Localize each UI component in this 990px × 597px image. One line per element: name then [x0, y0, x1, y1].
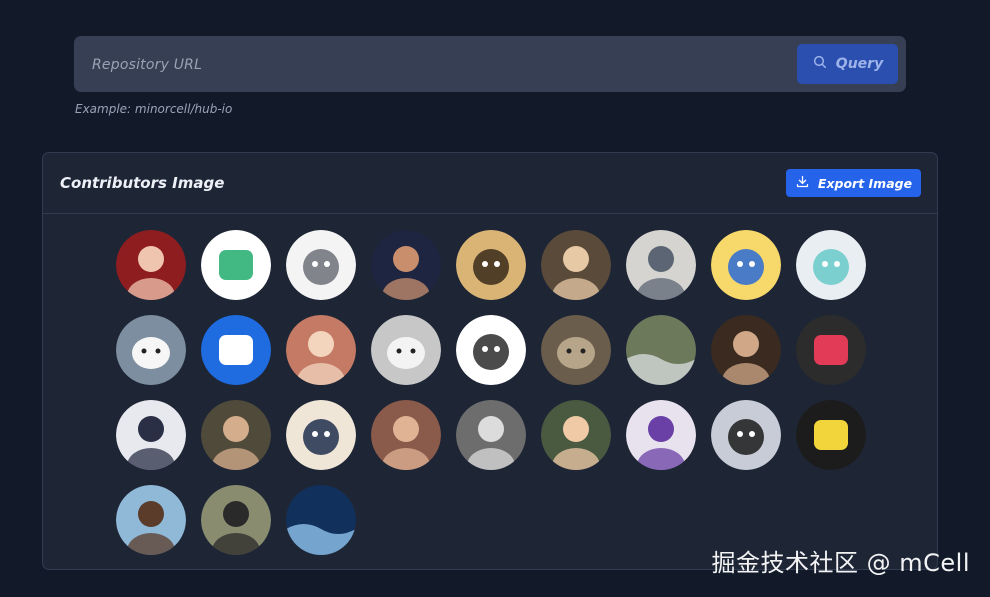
avatar-person-thinking[interactable] — [371, 400, 441, 470]
search-icon — [812, 54, 828, 74]
avatar-white-cat[interactable] — [371, 315, 441, 385]
avatar-anime-girl-dark[interactable] — [711, 400, 781, 470]
contributors-card: Contributors Image Export Image — [42, 152, 938, 570]
download-icon — [795, 174, 810, 192]
avatar-person-with-cat[interactable] — [116, 400, 186, 470]
avatar-colorful-pixel-logo[interactable] — [796, 315, 866, 385]
avatar-person-bw[interactable] — [456, 400, 526, 470]
contributors-avatar-grid — [116, 230, 876, 555]
watermark: 掘金技术社区 @ mCell — [711, 549, 970, 577]
avatar-totoro[interactable] — [286, 230, 356, 300]
query-button[interactable]: Query — [797, 44, 898, 84]
avatar-blue-space[interactable] — [286, 485, 356, 555]
card-title: Contributors Image — [60, 174, 225, 192]
repository-search-bar: Query — [74, 36, 906, 92]
avatar-one-piece-luffy[interactable] — [456, 230, 526, 300]
avatar-yellow-cat[interactable] — [711, 230, 781, 300]
avatar-blue-robot[interactable] — [201, 315, 271, 385]
avatar-panda[interactable] — [116, 315, 186, 385]
card-header: Contributors Image Export Image — [43, 153, 937, 214]
avatar-anime-sketch[interactable] — [456, 315, 526, 385]
query-button-label: Query — [835, 56, 884, 72]
avatar-yellow-logo[interactable] — [796, 400, 866, 470]
avatar-person-beach[interactable] — [116, 485, 186, 555]
avatar-person-curly-hair[interactable] — [371, 230, 441, 300]
repository-url-input[interactable] — [90, 50, 784, 80]
avatar-person-blond[interactable] — [541, 400, 611, 470]
avatar-anime-miku[interactable] — [796, 230, 866, 300]
avatar-curly-hair-woman[interactable] — [711, 315, 781, 385]
avatar-person-beard[interactable] — [201, 400, 271, 470]
avatar-person-desk[interactable] — [626, 230, 696, 300]
export-image-label: Export Image — [817, 175, 913, 191]
avatar-person-dark-shirt[interactable] — [541, 230, 611, 300]
export-image-button[interactable]: Export Image — [786, 169, 921, 197]
avatar-person-red-glasses[interactable] — [116, 230, 186, 300]
avatar-tabby-cat[interactable] — [541, 315, 611, 385]
avatar-vue-bot[interactable] — [201, 230, 271, 300]
avatar-purple-jersey[interactable] — [626, 400, 696, 470]
example-hint: Example: minorcell/hub-io — [75, 102, 233, 116]
avatar-person-camera[interactable] — [201, 485, 271, 555]
avatar-person-glasses-photo[interactable] — [286, 315, 356, 385]
avatar-opera-mask[interactable] — [286, 400, 356, 470]
avatar-sailboat[interactable] — [626, 315, 696, 385]
